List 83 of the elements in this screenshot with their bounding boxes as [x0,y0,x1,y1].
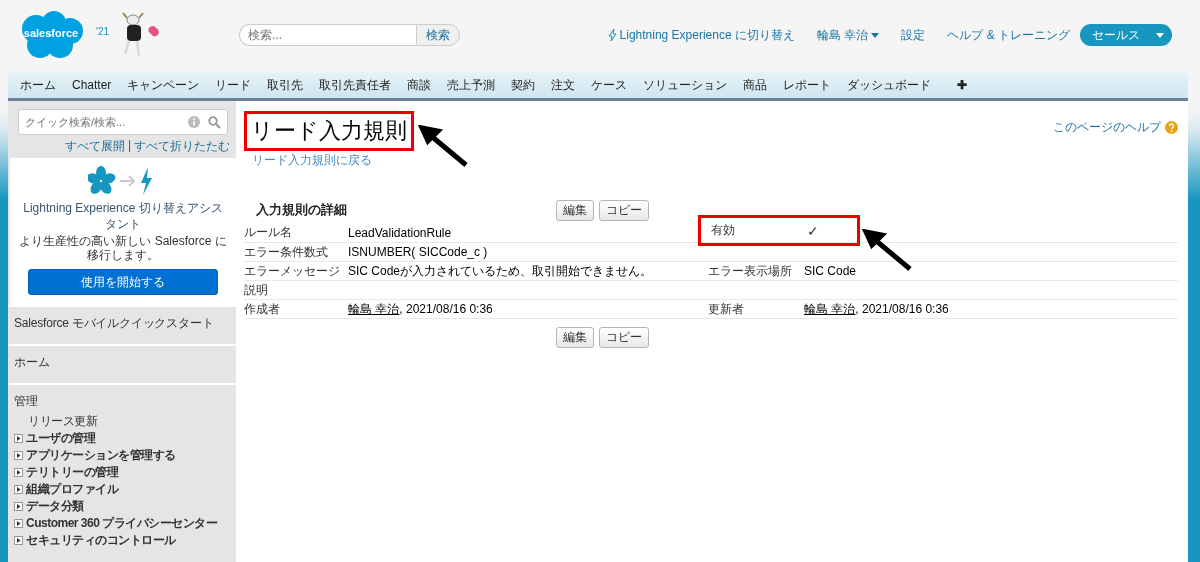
checkmark-icon: ✓ [807,222,857,239]
arrow-annotation [418,125,470,169]
field-value: LeadValidationRule [348,225,453,240]
field-label: ルール名 [244,224,293,241]
card-description: より生産性の高い新しい Salesforce に移行します。 [18,234,228,262]
nav-tab[interactable]: 商品 [735,76,776,94]
nav-tab[interactable]: 注文 [543,76,584,94]
expand-icon[interactable] [14,519,23,528]
header-link[interactable]: Lightning Experience に切り替え [607,26,795,44]
expand-icon[interactable] [14,468,23,477]
field-label: 更新者 [708,300,745,318]
card-title: Lightning Experience 切り替えアシスタント [22,200,224,232]
caret-icon [1156,32,1164,38]
nav-tab[interactable]: ソリューション [635,76,736,94]
expand-all-link[interactable]: すべて展開 [64,138,125,155]
nav-tab[interactable]: 商談 [399,76,440,94]
action-button[interactable]: コピー [599,199,649,221]
user-menu[interactable]: 輪島 幸治 [817,26,880,44]
nav-tab[interactable]: 取引先責任者 [311,76,400,94]
nav-tab[interactable]: 契約 [503,76,544,94]
expand-icon[interactable] [14,485,23,494]
field-label: 作成者 [244,300,281,318]
nav-tab[interactable]: Chatter [64,78,120,92]
header-link[interactable]: 設定 [901,26,926,44]
nav-tab[interactable]: 売上予測 [439,76,504,94]
field-label: エラー表示場所 [708,262,793,280]
field-value: 輪島 幸治, 2021/08/16 0:36 [348,300,494,318]
expand-icon[interactable] [14,536,23,545]
menu-item[interactable]: データ分類 [26,498,84,515]
page-title: リード入力規則 [244,111,414,151]
field-label: 説明 [244,281,269,299]
help-icon [1165,121,1178,134]
field-value: SIC Codeが入力されているため、取引開始できません。 [348,262,654,280]
action-button[interactable]: 編集 [556,199,594,221]
section-title[interactable]: ホーム [14,354,236,380]
logo-text: salesforce [22,27,80,39]
back-link[interactable]: リード入力規則に戻る [252,152,414,169]
collapse-all-link[interactable]: すべて折りたたむ [134,138,230,155]
link-separator: | [127,138,131,154]
info-icon [188,116,200,128]
caret-icon [871,32,880,38]
nav-tab[interactable]: キャンペーン [119,76,208,94]
lightning-icon [607,29,617,41]
add-tab[interactable]: ✚ [949,78,976,92]
menu-item[interactable]: 組織プロファイル [26,481,118,498]
nav-tab[interactable]: ケース [583,76,636,94]
search-button[interactable]: 検索 [416,24,461,46]
nav-tab[interactable]: 取引先 [259,76,312,94]
field-label: エラーメッセージ [244,262,341,280]
search-icon[interactable] [208,115,221,129]
field-label: エラー条件数式 [244,243,329,261]
action-button[interactable]: コピー [599,327,649,348]
release-label: '21 [96,26,110,37]
nav-tab[interactable]: リード [207,76,260,94]
header-link[interactable]: ヘルプ & トレーニング [947,26,1070,44]
quick-search-field[interactable]: クイック検索/検索... [18,109,228,135]
menu-item[interactable]: テリトリーの管理 [26,464,118,481]
search-field[interactable]: 検索... [239,24,417,46]
menu-item[interactable]: Customer 360 プライバシーセンター [26,515,218,532]
section-title[interactable]: 管理 [14,393,236,413]
arrow-annotation [862,229,914,273]
action-button[interactable]: 編集 [556,327,594,348]
section-title[interactable]: Salesforce モバイルクイックスタート [14,315,236,341]
menu-item[interactable]: ユーザの管理 [26,430,95,447]
field-value: 輪島 幸治, 2021/08/16 0:36 [804,300,950,318]
nav-tab[interactable]: レポート [775,76,840,94]
section-title: 入力規則の詳細 [256,201,348,219]
user-link[interactable]: 輪島 幸治 [348,301,400,316]
nav-tab[interactable]: ダッシュボード [839,76,940,94]
expand-icon[interactable] [14,434,23,443]
expand-icon[interactable] [14,451,23,460]
expand-icon[interactable] [14,502,23,511]
start-button[interactable]: 使用を開始する [28,269,218,295]
menu-item[interactable]: セキュリティのコントロール [26,532,176,549]
field-value: SIC Code [804,264,858,278]
field-value: ISNUMBER( SICCode_c ) [348,245,489,259]
help-link[interactable]: このページのヘルプ [1053,119,1178,136]
menu-item[interactable]: リリース更新 [28,413,97,430]
field-label: 有効 [711,222,736,239]
menu-item[interactable]: アプリケーションを管理する [26,447,176,464]
nav-tab[interactable]: ホーム [12,76,64,94]
mascot-drawing [119,12,160,58]
user-link[interactable]: 輪島 幸治 [804,301,856,316]
